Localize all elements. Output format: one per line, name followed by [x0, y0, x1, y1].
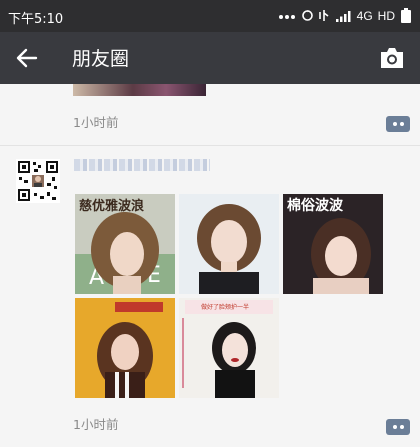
moments-feed: 1小时前 A E 慈优雅波浪 棉俗波波 做好了脸颊护一半 1小时前: [0, 84, 420, 447]
photo-1-caption: 慈优雅波浪: [79, 199, 145, 214]
previous-post-image[interactable]: [73, 84, 206, 96]
previous-post-comment-button[interactable]: [386, 116, 410, 132]
photo-5-caption: 做好了脸颊护一半: [201, 304, 250, 311]
post-author-name[interactable]: [74, 159, 210, 171]
battery-icon: [400, 8, 412, 23]
photo-5-image: [179, 298, 279, 398]
post-divider: [0, 145, 420, 146]
avatar[interactable]: [16, 159, 60, 203]
post-photo-2[interactable]: [179, 194, 279, 294]
network-type: 4G: [356, 8, 373, 23]
post-comment-button[interactable]: [386, 419, 410, 435]
status-bar: 下午5:10 4G HD: [0, 0, 420, 32]
camera-button[interactable]: [378, 45, 406, 71]
back-button[interactable]: [14, 45, 40, 71]
camera-icon: [381, 48, 403, 68]
page-title: 朋友圈: [72, 48, 130, 70]
more-dots-icon: [278, 11, 296, 21]
sync-icon: [301, 9, 314, 22]
post-photo-3[interactable]: 棉俗波波: [283, 194, 383, 294]
post-photo-1[interactable]: A E 慈优雅波浪: [75, 194, 175, 294]
post-photo-4[interactable]: [75, 298, 175, 398]
back-arrow-icon: [16, 48, 38, 68]
status-time: 下午5:10: [8, 12, 64, 27]
photo-4-image: [75, 298, 175, 398]
signal-icon: [335, 10, 352, 22]
photo-2-image: [179, 194, 279, 294]
previous-post-timestamp: 1小时前: [73, 115, 119, 130]
hd-indicator: HD: [377, 8, 395, 23]
post-timestamp: 1小时前: [73, 417, 119, 432]
post-photo-5[interactable]: 做好了脸颊护一半: [179, 298, 279, 398]
moments-screen: 下午5:10 4G HD 朋友圈 1小时前 A E 慈优雅波浪 棉俗波波 做好了…: [0, 0, 420, 447]
status-icons: 4G HD: [278, 8, 412, 23]
photo-3-caption: 棉俗波波: [287, 198, 343, 214]
nav-bar: 朋友圈: [0, 32, 420, 84]
qr-code-avatar-icon: [16, 159, 60, 203]
vibrate-icon: [318, 9, 331, 22]
